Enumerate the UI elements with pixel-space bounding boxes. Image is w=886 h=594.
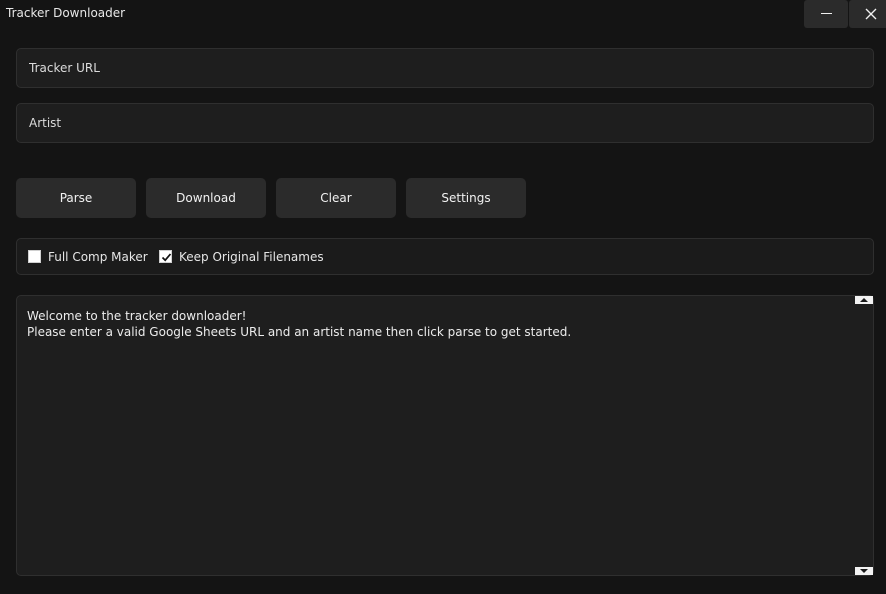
scroll-down-arrow-icon[interactable] (855, 567, 873, 575)
full-comp-maker-label: Full Comp Maker (48, 250, 148, 264)
download-button[interactable]: Download (146, 178, 266, 218)
close-button[interactable] (849, 0, 886, 28)
log-line: Welcome to the tracker downloader! (27, 309, 247, 323)
artist-input[interactable] (16, 103, 874, 143)
checkmark-icon (161, 253, 172, 262)
title-bar[interactable]: Tracker Downloader (0, 0, 886, 28)
log-line: Please enter a valid Google Sheets URL a… (27, 325, 572, 339)
window-title: Tracker Downloader (6, 6, 126, 20)
minimize-button[interactable] (804, 0, 848, 28)
clear-button[interactable]: Clear (276, 178, 396, 218)
full-comp-maker-checkbox[interactable] (28, 250, 41, 263)
log-output[interactable]: Welcome to the tracker downloader! Pleas… (16, 295, 874, 576)
parse-button[interactable]: Parse (16, 178, 136, 218)
settings-button[interactable]: Settings (406, 178, 526, 218)
log-text: Welcome to the tracker downloader! Pleas… (27, 308, 571, 340)
app-window: Tracker Downloader Parse Download Clear … (0, 0, 886, 594)
minimize-icon (821, 13, 832, 14)
tracker-url-input[interactable] (16, 48, 874, 88)
keep-original-filenames-label: Keep Original Filenames (179, 250, 324, 264)
scroll-up-arrow-icon[interactable] (855, 296, 873, 304)
options-panel: Full Comp Maker Keep Original Filenames (16, 238, 874, 275)
close-icon (865, 8, 877, 20)
keep-original-filenames-checkbox[interactable] (159, 250, 172, 263)
